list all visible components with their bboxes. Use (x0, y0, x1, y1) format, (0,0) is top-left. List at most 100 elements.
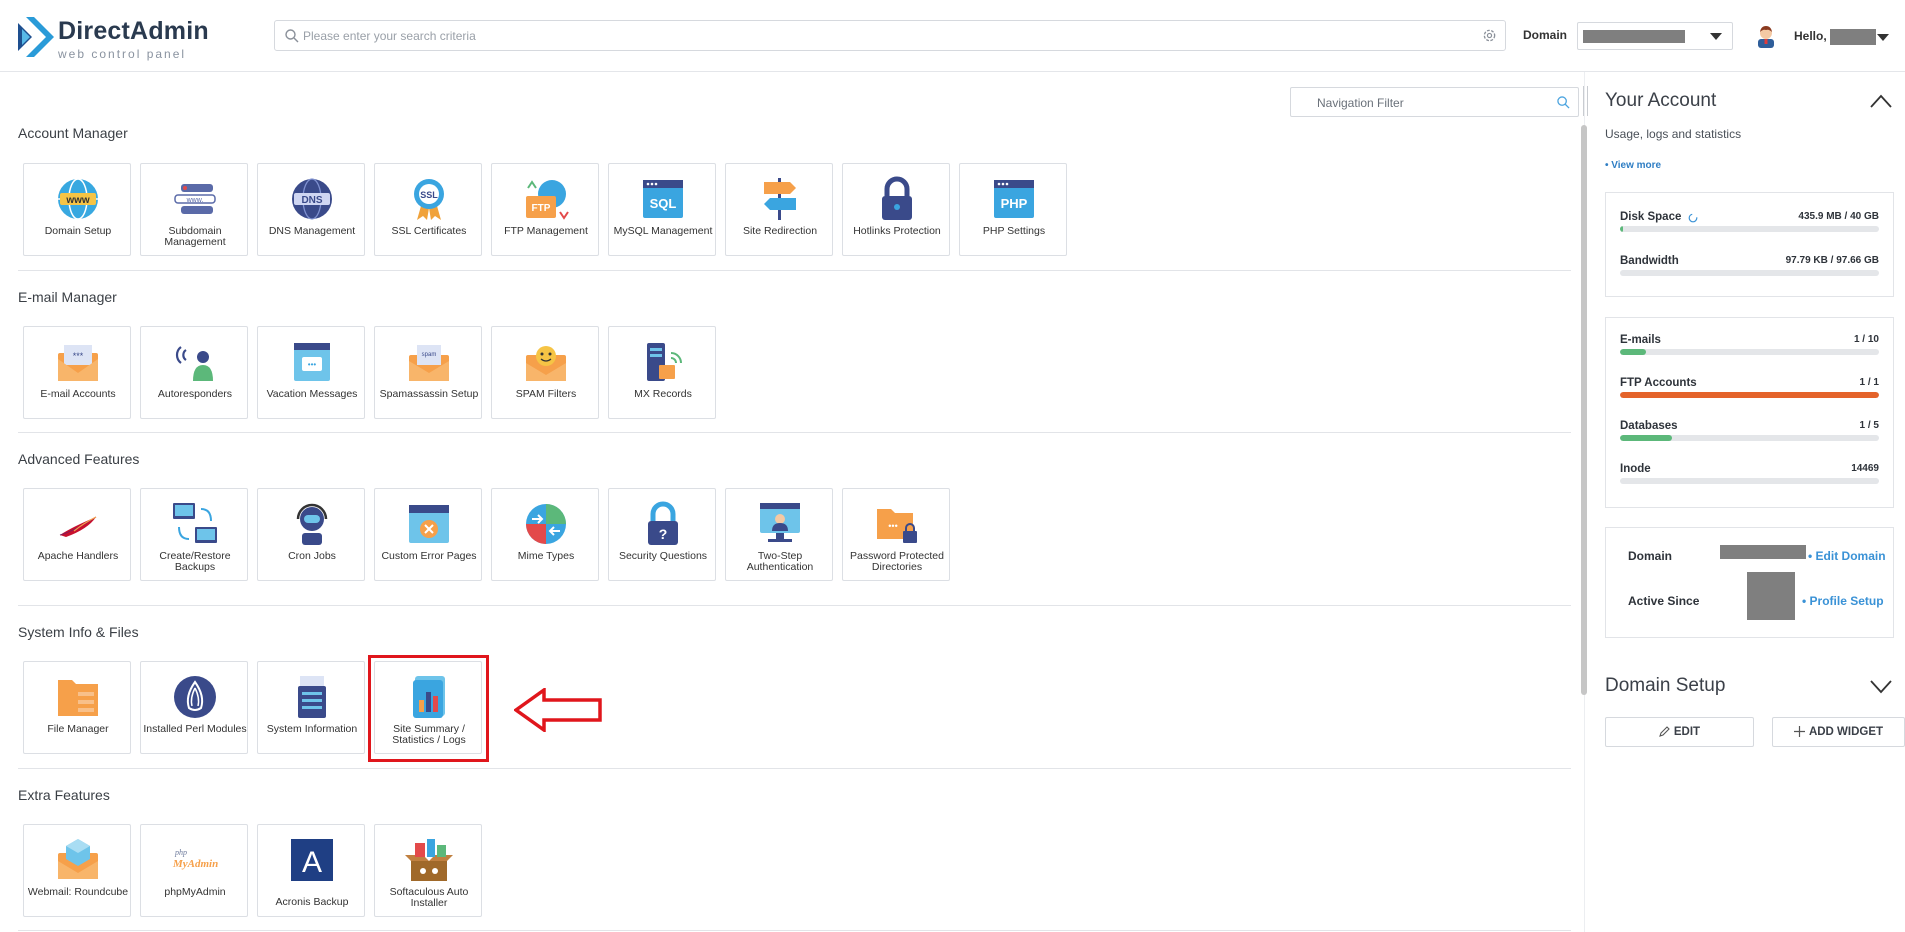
tile-email-accounts[interactable]: *** E-mail Accounts (23, 326, 131, 419)
tile-label: PHP Settings (982, 225, 1046, 237)
tile-phpmyadmin[interactable]: php MyAdmin phpMyAdmin (140, 824, 248, 917)
tile-acronis-backup[interactable]: A Acronis Backup (257, 824, 365, 917)
roundcube-icon (58, 839, 98, 879)
tile-label: Apache Handlers (37, 550, 119, 562)
stat-inode: Inode 14469 (1620, 463, 1879, 493)
svg-text:spam: spam (422, 352, 437, 358)
stat-bar-fill (1620, 392, 1879, 398)
question-lock-icon: ? (648, 501, 678, 545)
tile-subdomain-management[interactable]: www. Subdomain Management (140, 163, 248, 256)
tile-label: Hotlinks Protection (853, 225, 941, 237)
tile-dns-management[interactable]: DNS DNS Management (257, 163, 365, 256)
search-input[interactable] (303, 25, 1463, 47)
tile-security-questions[interactable]: ? Security Questions (608, 488, 716, 581)
chevron-up-icon[interactable] (1870, 94, 1892, 108)
avatar[interactable] (1755, 24, 1777, 48)
add-widget-button[interactable]: ADD WIDGET (1772, 717, 1905, 747)
tile-label: MX Records (634, 388, 692, 400)
stat-name: Databases (1620, 420, 1678, 432)
section-divider (18, 768, 1571, 769)
tile-vacation-messages[interactable]: ••• Vacation Messages (257, 326, 365, 419)
tile-password-protected-directories[interactable]: ••• Password Protected Directories (842, 488, 950, 581)
ssl-text: SSL (420, 190, 438, 200)
tile-label: Spamassassin Setup (379, 388, 479, 400)
section-title-system-info-files: System Info & Files (18, 624, 139, 640)
tile-label: DNS Management (268, 225, 356, 237)
tile-two-step-authentication[interactable]: Two-Step Authentication (725, 488, 833, 581)
tile-webmail-roundcube[interactable]: Webmail: Roundcube (23, 824, 131, 917)
edit-domain-link[interactable]: • Edit Domain (1808, 549, 1886, 563)
user-menu-chevron-icon[interactable] (1877, 34, 1889, 41)
domain-label: Domain (1523, 28, 1568, 42)
vacation-message-icon: ••• (294, 343, 330, 381)
tile-site-redirection[interactable]: Site Redirection (725, 163, 833, 256)
stat-databases: Databases 1 / 5 (1620, 420, 1879, 450)
navigation-filter-input[interactable] (1317, 93, 1547, 113)
tile-softaculous-auto-installer[interactable]: Softaculous Auto Installer (374, 824, 482, 917)
view-more-link[interactable]: • View more (1605, 160, 1661, 171)
usage-card-bottom: E-mails 1 / 10 FTP Accounts 1 / 1 Databa… (1605, 317, 1894, 508)
profile-setup-link[interactable]: • Profile Setup (1802, 594, 1884, 608)
add-widget-label: ADD WIDGET (1808, 726, 1884, 738)
tile-mysql-management[interactable]: SQL MySQL Management (608, 163, 716, 256)
tile-system-information[interactable]: System Information (257, 661, 365, 754)
stat-name: Disk Space (1620, 211, 1682, 223)
stat-bar (1620, 478, 1879, 484)
domain-name-redacted (1720, 545, 1806, 559)
phpmyadmin-logo-icon: phpMyAdmin (172, 848, 218, 870)
scrollbar[interactable] (1581, 125, 1587, 695)
tile-label: SSL Certificates (391, 225, 467, 237)
svg-text:www.: www. (186, 197, 204, 204)
folder-icon (58, 680, 98, 716)
section-divider (18, 605, 1571, 606)
edit-label: EDIT (1673, 726, 1701, 738)
tile-file-manager[interactable]: File Manager (23, 661, 131, 754)
tile-autoresponders[interactable]: Autoresponders (140, 326, 248, 419)
tile-label: Installed Perl Modules (143, 723, 247, 735)
tile-label: Cron Jobs (288, 550, 336, 562)
edit-widgets-button[interactable]: EDIT (1605, 717, 1754, 747)
pencil-icon (1659, 726, 1670, 737)
active-since-redacted (1747, 572, 1795, 620)
chevron-down-icon[interactable] (1870, 680, 1892, 694)
tile-hotlinks-protection[interactable]: Hotlinks Protection (842, 163, 950, 256)
gear-icon[interactable] (1482, 28, 1497, 43)
svg-text:?: ? (659, 526, 668, 542)
stat-name: Bandwidth (1620, 255, 1679, 267)
domain-redacted (1583, 30, 1685, 43)
subdomain-icon: www. (174, 184, 216, 214)
tile-spam-filters[interactable]: SPAM Filters (491, 326, 599, 419)
tile-domain-setup[interactable]: www Domain Setup (23, 163, 131, 256)
tile-mx-records[interactable]: MX Records (608, 326, 716, 419)
domain-setup-title: Domain Setup (1605, 675, 1726, 696)
ftp-text: FTP (532, 203, 551, 214)
tile-mime-types[interactable]: Mime Types (491, 488, 599, 581)
search-box[interactable] (274, 20, 1506, 51)
acronis-logo-icon: A (291, 839, 333, 881)
svg-text:***: *** (73, 351, 84, 361)
tile-cron-jobs[interactable]: Cron Jobs (257, 488, 365, 581)
stat-emails: E-mails 1 / 10 (1620, 334, 1879, 364)
stat-value: 1 / 10 (1853, 334, 1879, 345)
tile-ssl-certificates[interactable]: SSL SSL Certificates (374, 163, 482, 256)
navigation-filter[interactable] (1290, 87, 1579, 117)
server-info-icon (298, 676, 326, 718)
tile-create-restore-backups[interactable]: Create/Restore Backups (140, 488, 248, 581)
directadmin-logo[interactable]: DirectAdmin web control panel (18, 17, 218, 61)
tile-php-settings[interactable]: PHP PHP Settings (959, 163, 1067, 256)
tile-label: E-mail Accounts (40, 388, 116, 400)
tile-ftp-management[interactable]: FTP FTP Management (491, 163, 599, 256)
stat-name: E-mails (1620, 334, 1661, 346)
perl-onion-icon (174, 676, 216, 718)
directadmin-logo-icon (18, 17, 54, 57)
stat-disk-space: Disk Space 435.9 MB / 40 GB (1620, 211, 1879, 241)
tile-label: Two-Step Authentication (746, 550, 814, 573)
tile-spamassassin-setup[interactable]: spam Spamassassin Setup (374, 326, 482, 419)
sql-text: SQL (650, 196, 677, 211)
tile-custom-error-pages[interactable]: Custom Error Pages (374, 488, 482, 581)
stat-bar (1620, 435, 1879, 441)
domain-select[interactable] (1577, 22, 1733, 50)
refresh-icon[interactable] (1688, 213, 1698, 223)
tile-installed-perl-modules[interactable]: Installed Perl Modules (140, 661, 248, 754)
tile-apache-handlers[interactable]: Apache Handlers (23, 488, 131, 581)
